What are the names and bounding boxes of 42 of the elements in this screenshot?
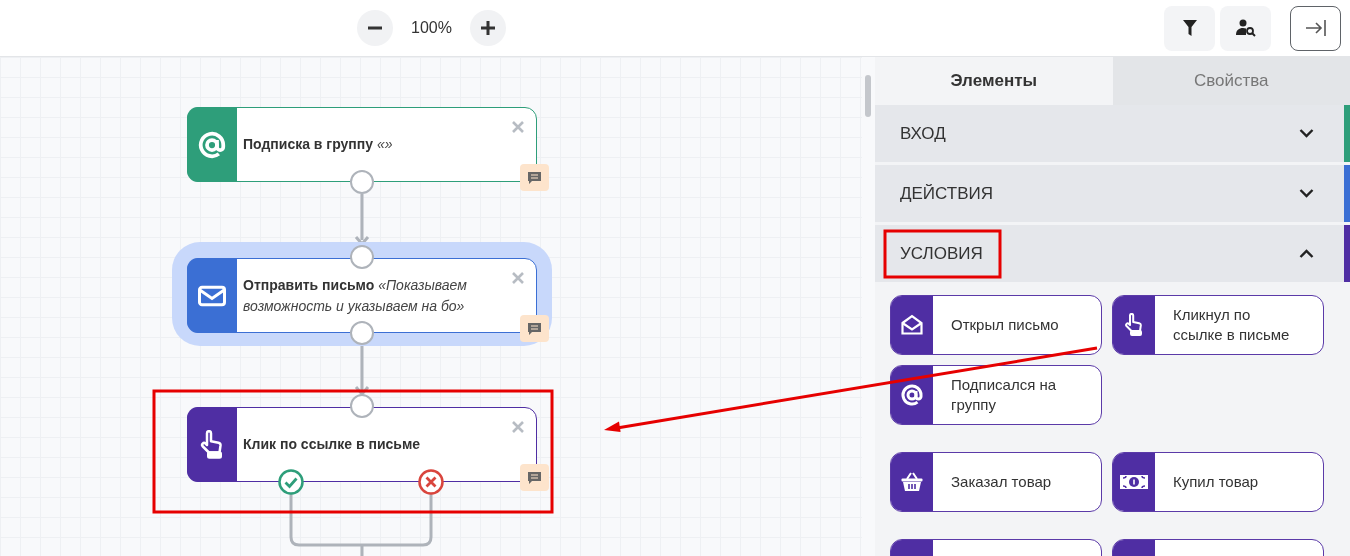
node-title: Подписка в группу «» [243,135,393,154]
accordion-section[interactable]: ВХОД [875,105,1350,162]
chevron-down-icon [1299,129,1314,138]
comment-icon [528,322,541,335]
node-title: Клик по ссылке в письме [243,435,421,454]
chevron-down-icon [1299,189,1314,198]
comment-button[interactable] [520,164,549,191]
element-card[interactable]: Купил товар [1112,452,1324,512]
arrow-to-bar-icon [1304,19,1327,37]
scrollbar-thumb[interactable] [865,75,871,117]
filter-button[interactable] [1164,5,1215,51]
element-card[interactable]: Заказал товар [890,452,1102,512]
collapse-panel-button[interactable] [1290,5,1341,51]
zoom-in-button[interactable] [469,10,506,46]
at-sign-icon [900,383,924,407]
accordion-section[interactable]: УСЛОВИЯ [875,225,1350,282]
node-title: Отправить письмо «Показываем возможность и указываем на бо» [243,275,468,316]
comment-button[interactable] [520,464,549,491]
comment-icon [528,471,541,484]
comment-icon [528,171,541,184]
element-card[interactable]: Кликнул по ссылке в письме [1112,295,1324,355]
comment-button[interactable] [520,315,549,342]
at-sign-icon [197,129,227,160]
user-search-button[interactable] [1220,5,1271,51]
open-envelope-icon [900,313,924,337]
flow-node[interactable]: Отправить письмо «Показываем возможность и указываем на бо» [187,258,537,333]
flow-node[interactable]: Подписка в группу «» [187,107,537,182]
basket-icon [900,470,924,494]
cross-circle-icon[interactable] [418,469,444,495]
zoom-out-button[interactable] [357,10,394,46]
element-card[interactable]: Открыл письмо [890,295,1102,355]
check-circle-icon[interactable] [278,469,304,495]
accordion-section[interactable]: ДЕЙСТВИЯ [875,165,1350,222]
element-card[interactable]: Подписался на группу [890,365,1102,425]
zoom-level: 100% [411,19,452,37]
filter-icon [1182,20,1197,36]
user-search-icon [1235,19,1256,37]
panel-tab[interactable]: Свойства [1112,57,1350,105]
connector-arrow [354,344,370,397]
chevron-up-icon [1299,249,1314,258]
flow-node[interactable]: Клик по ссылке в письме [187,407,537,482]
plus-icon [479,20,496,36]
